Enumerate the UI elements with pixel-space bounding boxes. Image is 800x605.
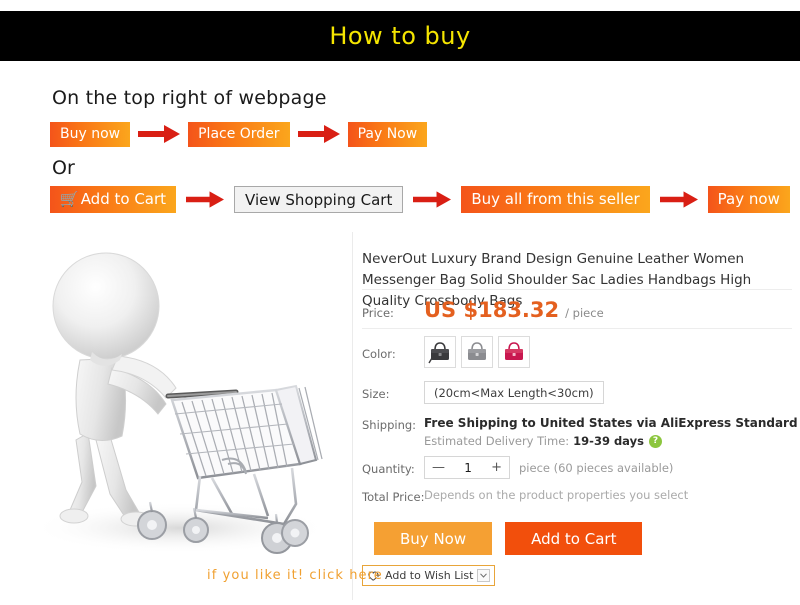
product-preview-section: NeverOut Luxury Brand Design Genuine Lea…: [0, 228, 800, 605]
add-to-cart-button-label: Add to Cart: [531, 529, 617, 548]
quantity-increase-button[interactable]: +: [491, 461, 502, 474]
total-price-label: Total Price:: [362, 490, 425, 504]
flow-button-pay-now[interactable]: Pay Now: [347, 121, 428, 147]
quantity-decrease-button[interactable]: —: [432, 461, 445, 474]
shopping-cart-icon: 🛒: [59, 190, 80, 208]
vertical-divider: [352, 232, 353, 600]
size-option-box[interactable]: (20cm<Max Length<30cm): [424, 381, 604, 404]
flow-button-buy-now-label: Buy now: [60, 126, 121, 142]
quantity-row: — 1 + piece (60 pieces available): [424, 456, 673, 479]
color-swatch-rose-red[interactable]: [498, 336, 530, 368]
flow-button-add-to-cart-label: Add to Cart: [80, 190, 167, 208]
price-unit: / piece: [565, 306, 604, 320]
flow-button-buy-all-from-seller[interactable]: Buy all from this seller: [461, 186, 650, 213]
price-label: Price:: [362, 306, 394, 320]
color-swatch-black[interactable]: [424, 336, 456, 368]
flow-path-one: Buy now Place Order Pay Now: [50, 121, 428, 147]
flow-button-pay-now-2[interactable]: Pay now: [707, 186, 790, 213]
size-label: Size:: [362, 387, 390, 401]
shopping-cart-illustration: [0, 228, 352, 605]
quantity-availability-note: piece (60 pieces available): [519, 460, 674, 475]
color-swatch-gray[interactable]: [461, 336, 493, 368]
product-detail-panel: NeverOut Luxury Brand Design Genuine Lea…: [362, 228, 800, 605]
click-here-hint: if you like it! click here: [207, 568, 383, 583]
arrow-right-icon: [658, 187, 700, 213]
wish-list-dropdown-toggle[interactable]: [477, 569, 491, 582]
estimated-delivery-row: Estimated Delivery Time: 19-39 days ?: [424, 434, 662, 448]
flow-button-buy-now[interactable]: Buy now: [50, 121, 131, 147]
size-option-value: (20cm<Max Length<30cm): [434, 385, 594, 400]
total-price-value: Depends on the product properties you se…: [424, 488, 689, 502]
quantity-label: Quantity:: [362, 462, 415, 476]
shipping-value: Free Shipping to United States via AliEx…: [424, 416, 800, 430]
flow-button-place-order-label: Place Order: [198, 126, 280, 142]
price-row: US $183.32 / piece: [424, 298, 604, 322]
quantity-stepper[interactable]: — 1 +: [424, 456, 510, 479]
arrow-right-icon: [138, 121, 181, 147]
help-icon[interactable]: ?: [648, 434, 662, 448]
cta-button-row: Buy Now Add to Cart: [374, 522, 643, 555]
flow-button-pay-now-label: Pay Now: [357, 126, 418, 142]
flow-button-buy-all-from-seller-label: Buy all from this seller: [471, 190, 640, 208]
flow-button-view-shopping-cart[interactable]: View Shopping Cart: [234, 186, 404, 213]
divider-under-price: [362, 328, 792, 329]
quantity-value[interactable]: 1: [464, 461, 472, 475]
arrow-right-icon: [297, 121, 340, 147]
flow-button-pay-now-2-label: Pay now: [717, 190, 780, 208]
flow-heading-top-right: On the top right of webpage: [52, 87, 327, 109]
add-to-wish-list-label: Add to Wish List: [385, 569, 474, 582]
buy-now-button[interactable]: Buy Now: [374, 522, 493, 555]
flow-or-label: Or: [52, 157, 75, 179]
flow-button-view-shopping-cart-label: View Shopping Cart: [245, 190, 393, 209]
shipping-value-row: Free Shipping to United States via AliEx…: [424, 416, 800, 430]
flow-button-add-to-cart[interactable]: 🛒 Add to Cart: [50, 186, 177, 213]
eta-value: 19-39 days: [573, 434, 644, 448]
flow-path-two: 🛒 Add to Cart View Shopping Cart Buy all…: [50, 186, 790, 213]
arrow-right-icon: [184, 187, 226, 213]
page-header-banner: How to buy: [0, 11, 800, 61]
eta-label: Estimated Delivery Time:: [424, 434, 570, 448]
shipping-label: Shipping:: [362, 418, 417, 432]
color-swatch-list: [424, 336, 530, 368]
price-value: US $183.32: [424, 298, 560, 322]
arrow-right-icon: [411, 187, 453, 213]
divider-under-title: [362, 289, 792, 290]
flow-button-place-order[interactable]: Place Order: [188, 121, 290, 147]
how-to-buy-flow-section: On the top right of webpage Buy now Plac…: [0, 61, 800, 228]
color-label: Color:: [362, 347, 396, 361]
add-to-cart-button[interactable]: Add to Cart: [505, 522, 643, 555]
chevron-down-icon: [480, 573, 488, 578]
page-title: How to buy: [329, 22, 471, 50]
buy-now-button-label: Buy Now: [400, 529, 467, 548]
